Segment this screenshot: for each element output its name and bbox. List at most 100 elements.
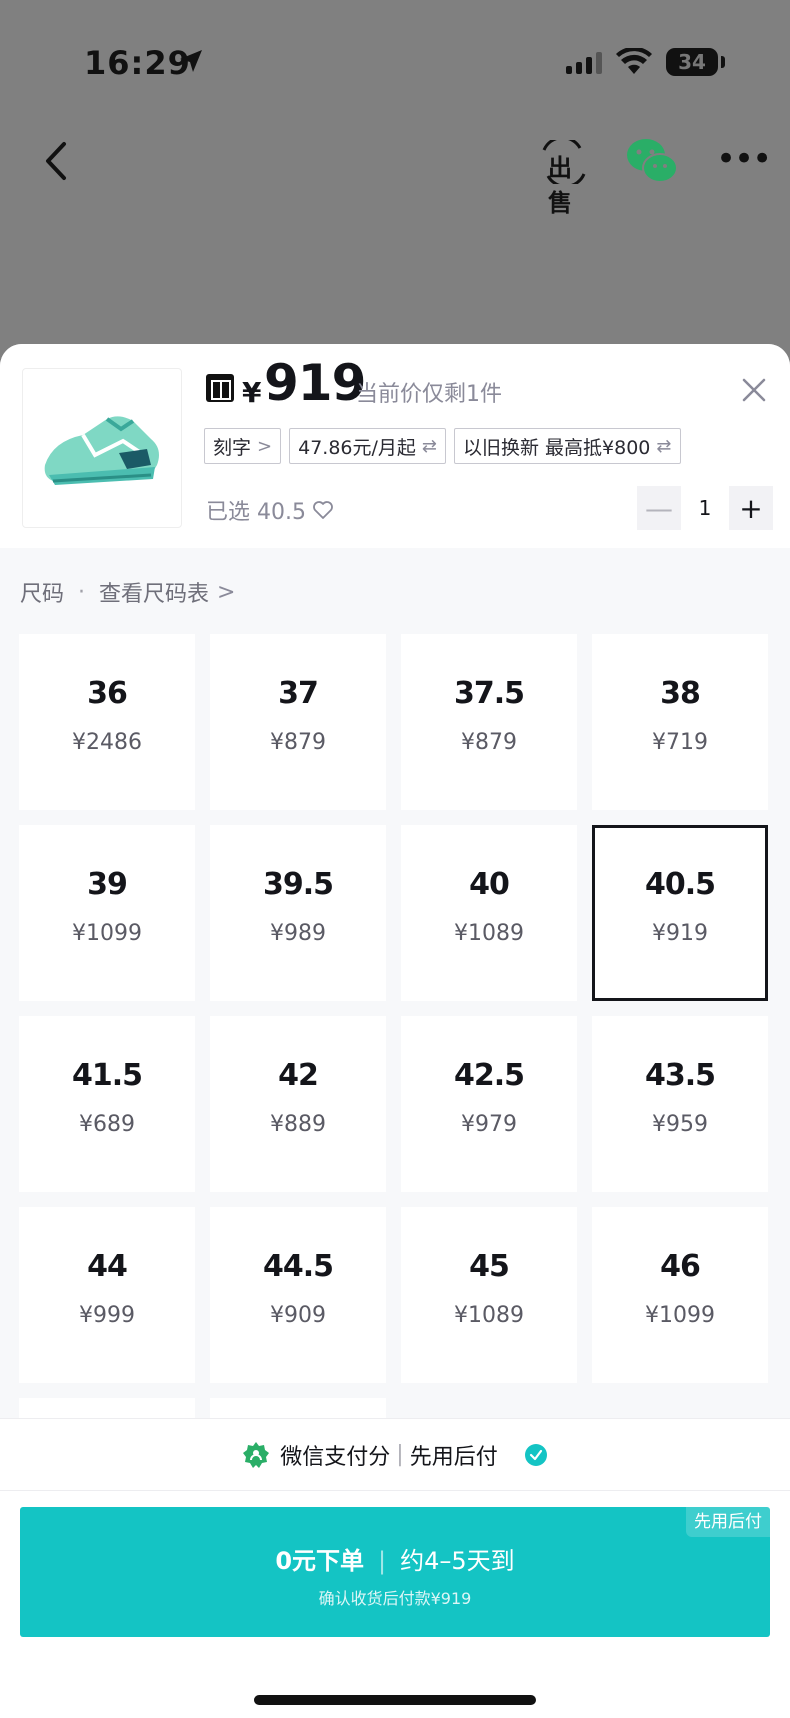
size-price: ¥879 [461, 730, 517, 755]
checkout-bar: 微信支付分 | 先用后付 先用后付 0元下单 | 约4–5天到 确认收货后付款¥91… [0, 1418, 790, 1718]
check-circle-icon [524, 1443, 547, 1466]
sheet-header: ¥ 919 当前价仅剩1件 刻字 > 47.86元/月起 ⇄ 以旧换新 最高抵¥… [0, 344, 790, 548]
size-price: ¥2486 [72, 730, 142, 755]
size-section-header: 尺码 · 查看尺码表 > [20, 576, 235, 608]
status-bar: 16:29 34 [0, 0, 790, 120]
size-label: 38 [660, 676, 701, 711]
selected-size-text: 已选 40.5 [206, 500, 306, 525]
size-price: ¥689 [79, 1112, 135, 1137]
place-order-button[interactable]: 先用后付 0元下单 | 约4–5天到 确认收货后付款¥919 [20, 1507, 770, 1637]
size-option[interactable]: 37 ¥879 [210, 634, 386, 810]
quantity-stepper: — 1 + [637, 486, 773, 530]
product-thumbnail [22, 368, 182, 528]
more-icon[interactable]: ••• [716, 142, 772, 176]
payment-method-row[interactable]: 微信支付分 | 先用后付 [0, 1419, 790, 1491]
size-label: 39.5 [262, 867, 334, 902]
size-price: ¥1099 [72, 921, 142, 946]
size-price: ¥989 [270, 921, 326, 946]
heart-icon[interactable] [312, 500, 334, 520]
decrease-button[interactable]: — [637, 486, 681, 530]
size-label: 45 [469, 1249, 510, 1284]
size-option[interactable]: 44 ¥999 [19, 1207, 195, 1383]
size-option[interactable]: 37.5 ¥879 [401, 634, 577, 810]
brand-logo [206, 374, 234, 402]
size-label: 36 [87, 676, 128, 711]
size-option[interactable]: 42.5 ¥979 [401, 1016, 577, 1192]
size-chart-link[interactable]: 查看尺码表 [99, 576, 209, 608]
size-label: 41.5 [71, 1058, 143, 1093]
wifi-icon [616, 48, 652, 74]
battery-level: 34 [678, 50, 706, 74]
size-label: 44 [87, 1249, 128, 1284]
service-tags: 刻字 > 47.86元/月起 ⇄ 以旧换新 最高抵¥800 ⇄ [204, 428, 681, 464]
cta-subtext: 确认收货后付款¥919 [318, 1589, 472, 1608]
swap-icon: ⇄ [421, 435, 437, 457]
size-price: ¥979 [461, 1112, 517, 1137]
size-label: 44.5 [262, 1249, 334, 1284]
size-label: 46 [660, 1249, 701, 1284]
payment-separator: | [396, 1442, 404, 1467]
status-time: 16:29 [84, 44, 191, 82]
cta-divider: | [378, 1547, 387, 1575]
size-price: ¥1099 [645, 1303, 715, 1328]
trade-in-label: 以旧换新 最高抵¥800 [463, 436, 651, 459]
close-icon[interactable] [740, 376, 768, 404]
size-option[interactable]: 42 ¥889 [210, 1016, 386, 1192]
cta-order-label: 0元下单 [275, 1547, 365, 1575]
quantity-value: 1 [698, 496, 712, 520]
size-label: 39 [87, 867, 128, 902]
size-price: ¥1089 [454, 921, 524, 946]
location-arrow-icon [180, 50, 202, 72]
size-label: 37.5 [453, 676, 525, 711]
engraving-tag[interactable]: 刻字 > [204, 428, 282, 464]
increase-button[interactable]: + [729, 486, 773, 530]
cta-main-text: 0元下单 | 约4–5天到 [20, 1541, 770, 1576]
size-option[interactable]: 43.5 ¥959 [592, 1016, 768, 1192]
trade-in-tag[interactable]: 以旧换新 最高抵¥800 ⇄ [454, 428, 681, 464]
size-price: ¥909 [270, 1303, 326, 1328]
size-option[interactable]: 45 ¥1089 [401, 1207, 577, 1383]
engraving-label: 刻字 [213, 436, 252, 459]
size-price: ¥1089 [454, 1303, 524, 1328]
sell-button[interactable]: 出售 [540, 140, 588, 217]
pay-later-badge: 先用后付 [686, 1507, 770, 1537]
wechat-share-icon[interactable] [624, 136, 680, 186]
size-label: 37 [278, 676, 319, 711]
battery-icon: 34 [666, 48, 718, 76]
size-label: 42 [278, 1058, 319, 1093]
size-option[interactable]: 39 ¥1099 [19, 825, 195, 1001]
cta-delivery: 约4–5天到 [400, 1547, 515, 1575]
size-option[interactable]: 40 ¥1089 [401, 825, 577, 1001]
price-value: 919 [264, 354, 366, 412]
size-price: ¥719 [652, 730, 708, 755]
separator-dot: · [78, 579, 86, 605]
size-option[interactable]: 46 ¥1099 [592, 1207, 768, 1383]
stock-note: 当前价仅剩1件 [356, 382, 502, 407]
size-label: 43.5 [644, 1058, 716, 1093]
battery-nub [721, 56, 725, 68]
size-label: 40 [469, 867, 510, 902]
size-option[interactable]: 41.5 ¥689 [19, 1016, 195, 1192]
home-indicator [254, 1695, 536, 1705]
size-option[interactable]: 44.5 ¥909 [210, 1207, 386, 1383]
back-icon[interactable] [38, 136, 78, 186]
cellular-signal-icon [566, 52, 602, 74]
payment-label: 微信支付分 [280, 1444, 391, 1470]
swap-icon: ⇄ [656, 435, 672, 457]
sneaker-image [44, 416, 159, 485]
size-title: 尺码 [20, 582, 65, 607]
chevron-right-icon: > [257, 435, 273, 457]
size-price: ¥889 [270, 1112, 326, 1137]
size-option[interactable]: 38 ¥719 [592, 634, 768, 810]
size-price: ¥919 [652, 921, 708, 946]
installment-label: 47.86元/月起 [298, 436, 416, 459]
size-option[interactable]: 39.5 ¥989 [210, 825, 386, 1001]
size-price: ¥999 [79, 1303, 135, 1328]
installment-tag[interactable]: 47.86元/月起 ⇄ [289, 428, 446, 464]
size-option-selected[interactable]: 40.5 ¥919 [592, 825, 768, 1001]
size-label: 42.5 [453, 1058, 525, 1093]
chevron-right-icon: > [217, 579, 236, 605]
wechat-pay-score-icon [243, 1441, 270, 1468]
size-label: 40.5 [644, 867, 716, 902]
size-option[interactable]: 36 ¥2486 [19, 634, 195, 810]
